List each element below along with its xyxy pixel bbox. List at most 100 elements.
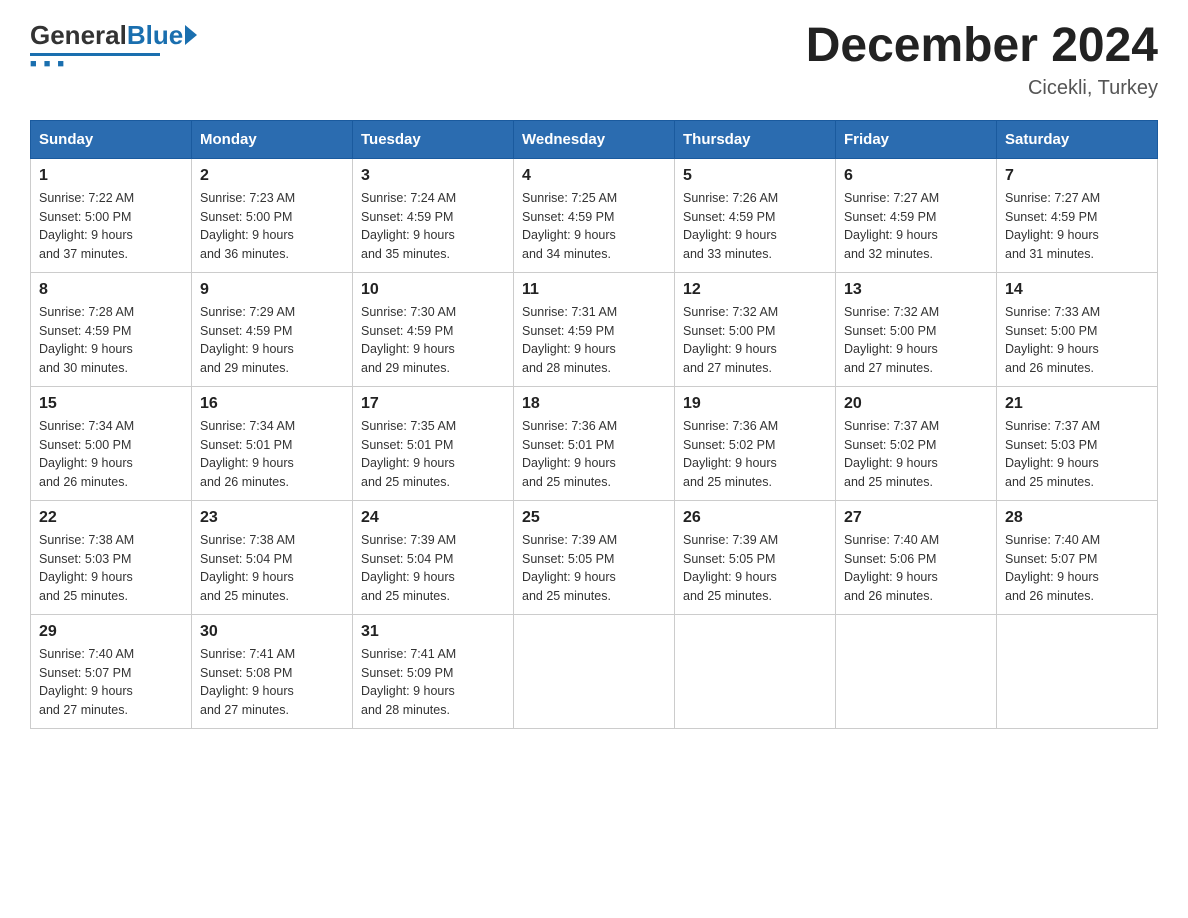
day-number: 15 bbox=[39, 395, 183, 413]
day-number: 10 bbox=[361, 281, 505, 299]
week-row-3: 15 Sunrise: 7:34 AM Sunset: 5:00 PM Dayl… bbox=[31, 386, 1158, 500]
day-number: 30 bbox=[200, 623, 344, 641]
day-number: 8 bbox=[39, 281, 183, 299]
title-section: December 2024 Cicekli, Turkey bbox=[806, 20, 1158, 100]
calendar-cell: 19 Sunrise: 7:36 AM Sunset: 5:02 PM Dayl… bbox=[675, 386, 836, 500]
day-number: 26 bbox=[683, 509, 827, 527]
day-info: Sunrise: 7:38 AM Sunset: 5:04 PM Dayligh… bbox=[200, 531, 344, 606]
page-header: General Blue ■ ■ ■ December 2024 Cicekli… bbox=[30, 20, 1158, 100]
calendar-cell: 16 Sunrise: 7:34 AM Sunset: 5:01 PM Dayl… bbox=[192, 386, 353, 500]
col-tuesday: Tuesday bbox=[353, 120, 514, 158]
day-number: 19 bbox=[683, 395, 827, 413]
col-sunday: Sunday bbox=[31, 120, 192, 158]
day-number: 4 bbox=[522, 167, 666, 185]
calendar-cell bbox=[675, 614, 836, 728]
day-info: Sunrise: 7:27 AM Sunset: 4:59 PM Dayligh… bbox=[1005, 189, 1149, 264]
calendar-cell bbox=[997, 614, 1158, 728]
calendar-cell: 11 Sunrise: 7:31 AM Sunset: 4:59 PM Dayl… bbox=[514, 272, 675, 386]
calendar-cell: 7 Sunrise: 7:27 AM Sunset: 4:59 PM Dayli… bbox=[997, 158, 1158, 272]
col-saturday: Saturday bbox=[997, 120, 1158, 158]
day-number: 27 bbox=[844, 509, 988, 527]
logo-triangle-icon bbox=[185, 25, 197, 45]
day-number: 25 bbox=[522, 509, 666, 527]
day-number: 20 bbox=[844, 395, 988, 413]
day-number: 24 bbox=[361, 509, 505, 527]
day-info: Sunrise: 7:36 AM Sunset: 5:01 PM Dayligh… bbox=[522, 417, 666, 492]
day-info: Sunrise: 7:40 AM Sunset: 5:07 PM Dayligh… bbox=[1005, 531, 1149, 606]
col-monday: Monday bbox=[192, 120, 353, 158]
day-info: Sunrise: 7:32 AM Sunset: 5:00 PM Dayligh… bbox=[683, 303, 827, 378]
day-info: Sunrise: 7:25 AM Sunset: 4:59 PM Dayligh… bbox=[522, 189, 666, 264]
day-number: 13 bbox=[844, 281, 988, 299]
day-number: 12 bbox=[683, 281, 827, 299]
calendar-cell: 10 Sunrise: 7:30 AM Sunset: 4:59 PM Dayl… bbox=[353, 272, 514, 386]
day-number: 1 bbox=[39, 167, 183, 185]
day-number: 7 bbox=[1005, 167, 1149, 185]
calendar-cell: 15 Sunrise: 7:34 AM Sunset: 5:00 PM Dayl… bbox=[31, 386, 192, 500]
calendar-cell: 23 Sunrise: 7:38 AM Sunset: 5:04 PM Dayl… bbox=[192, 500, 353, 614]
calendar-cell: 29 Sunrise: 7:40 AM Sunset: 5:07 PM Dayl… bbox=[31, 614, 192, 728]
calendar-cell: 4 Sunrise: 7:25 AM Sunset: 4:59 PM Dayli… bbox=[514, 158, 675, 272]
day-info: Sunrise: 7:23 AM Sunset: 5:00 PM Dayligh… bbox=[200, 189, 344, 264]
day-info: Sunrise: 7:40 AM Sunset: 5:06 PM Dayligh… bbox=[844, 531, 988, 606]
calendar-cell: 18 Sunrise: 7:36 AM Sunset: 5:01 PM Dayl… bbox=[514, 386, 675, 500]
calendar-cell: 8 Sunrise: 7:28 AM Sunset: 4:59 PM Dayli… bbox=[31, 272, 192, 386]
day-info: Sunrise: 7:34 AM Sunset: 5:00 PM Dayligh… bbox=[39, 417, 183, 492]
day-info: Sunrise: 7:40 AM Sunset: 5:07 PM Dayligh… bbox=[39, 645, 183, 720]
calendar-cell: 28 Sunrise: 7:40 AM Sunset: 5:07 PM Dayl… bbox=[997, 500, 1158, 614]
month-title: December 2024 bbox=[806, 20, 1158, 73]
calendar-cell: 9 Sunrise: 7:29 AM Sunset: 4:59 PM Dayli… bbox=[192, 272, 353, 386]
logo-tagline: ■ ■ ■ bbox=[30, 58, 66, 70]
day-number: 29 bbox=[39, 623, 183, 641]
logo-general-text: General bbox=[30, 20, 127, 51]
day-number: 22 bbox=[39, 509, 183, 527]
week-row-2: 8 Sunrise: 7:28 AM Sunset: 4:59 PM Dayli… bbox=[31, 272, 1158, 386]
week-row-5: 29 Sunrise: 7:40 AM Sunset: 5:07 PM Dayl… bbox=[31, 614, 1158, 728]
day-info: Sunrise: 7:26 AM Sunset: 4:59 PM Dayligh… bbox=[683, 189, 827, 264]
day-info: Sunrise: 7:33 AM Sunset: 5:00 PM Dayligh… bbox=[1005, 303, 1149, 378]
day-number: 14 bbox=[1005, 281, 1149, 299]
day-info: Sunrise: 7:28 AM Sunset: 4:59 PM Dayligh… bbox=[39, 303, 183, 378]
logo: General Blue ■ ■ ■ bbox=[30, 20, 197, 70]
day-info: Sunrise: 7:29 AM Sunset: 4:59 PM Dayligh… bbox=[200, 303, 344, 378]
day-number: 3 bbox=[361, 167, 505, 185]
calendar-cell: 17 Sunrise: 7:35 AM Sunset: 5:01 PM Dayl… bbox=[353, 386, 514, 500]
day-info: Sunrise: 7:37 AM Sunset: 5:03 PM Dayligh… bbox=[1005, 417, 1149, 492]
logo-blue-part: Blue bbox=[127, 20, 197, 51]
day-info: Sunrise: 7:31 AM Sunset: 4:59 PM Dayligh… bbox=[522, 303, 666, 378]
calendar-cell: 5 Sunrise: 7:26 AM Sunset: 4:59 PM Dayli… bbox=[675, 158, 836, 272]
calendar-cell: 20 Sunrise: 7:37 AM Sunset: 5:02 PM Dayl… bbox=[836, 386, 997, 500]
col-wednesday: Wednesday bbox=[514, 120, 675, 158]
day-number: 16 bbox=[200, 395, 344, 413]
location: Cicekli, Turkey bbox=[806, 77, 1158, 100]
calendar-cell: 31 Sunrise: 7:41 AM Sunset: 5:09 PM Dayl… bbox=[353, 614, 514, 728]
calendar-cell: 6 Sunrise: 7:27 AM Sunset: 4:59 PM Dayli… bbox=[836, 158, 997, 272]
day-number: 5 bbox=[683, 167, 827, 185]
calendar-cell bbox=[836, 614, 997, 728]
day-info: Sunrise: 7:35 AM Sunset: 5:01 PM Dayligh… bbox=[361, 417, 505, 492]
day-number: 21 bbox=[1005, 395, 1149, 413]
day-info: Sunrise: 7:36 AM Sunset: 5:02 PM Dayligh… bbox=[683, 417, 827, 492]
calendar-cell: 1 Sunrise: 7:22 AM Sunset: 5:00 PM Dayli… bbox=[31, 158, 192, 272]
calendar-cell bbox=[514, 614, 675, 728]
logo-blue-text: Blue bbox=[127, 20, 183, 51]
day-info: Sunrise: 7:39 AM Sunset: 5:04 PM Dayligh… bbox=[361, 531, 505, 606]
calendar-cell: 2 Sunrise: 7:23 AM Sunset: 5:00 PM Dayli… bbox=[192, 158, 353, 272]
week-row-1: 1 Sunrise: 7:22 AM Sunset: 5:00 PM Dayli… bbox=[31, 158, 1158, 272]
calendar-cell: 24 Sunrise: 7:39 AM Sunset: 5:04 PM Dayl… bbox=[353, 500, 514, 614]
day-info: Sunrise: 7:38 AM Sunset: 5:03 PM Dayligh… bbox=[39, 531, 183, 606]
calendar-cell: 25 Sunrise: 7:39 AM Sunset: 5:05 PM Dayl… bbox=[514, 500, 675, 614]
day-info: Sunrise: 7:39 AM Sunset: 5:05 PM Dayligh… bbox=[522, 531, 666, 606]
day-info: Sunrise: 7:37 AM Sunset: 5:02 PM Dayligh… bbox=[844, 417, 988, 492]
day-number: 28 bbox=[1005, 509, 1149, 527]
calendar-cell: 12 Sunrise: 7:32 AM Sunset: 5:00 PM Dayl… bbox=[675, 272, 836, 386]
calendar-cell: 13 Sunrise: 7:32 AM Sunset: 5:00 PM Dayl… bbox=[836, 272, 997, 386]
calendar-cell: 14 Sunrise: 7:33 AM Sunset: 5:00 PM Dayl… bbox=[997, 272, 1158, 386]
week-row-4: 22 Sunrise: 7:38 AM Sunset: 5:03 PM Dayl… bbox=[31, 500, 1158, 614]
day-info: Sunrise: 7:39 AM Sunset: 5:05 PM Dayligh… bbox=[683, 531, 827, 606]
day-number: 6 bbox=[844, 167, 988, 185]
day-number: 9 bbox=[200, 281, 344, 299]
day-number: 11 bbox=[522, 281, 666, 299]
calendar-header-row: Sunday Monday Tuesday Wednesday Thursday… bbox=[31, 120, 1158, 158]
calendar-cell: 26 Sunrise: 7:39 AM Sunset: 5:05 PM Dayl… bbox=[675, 500, 836, 614]
